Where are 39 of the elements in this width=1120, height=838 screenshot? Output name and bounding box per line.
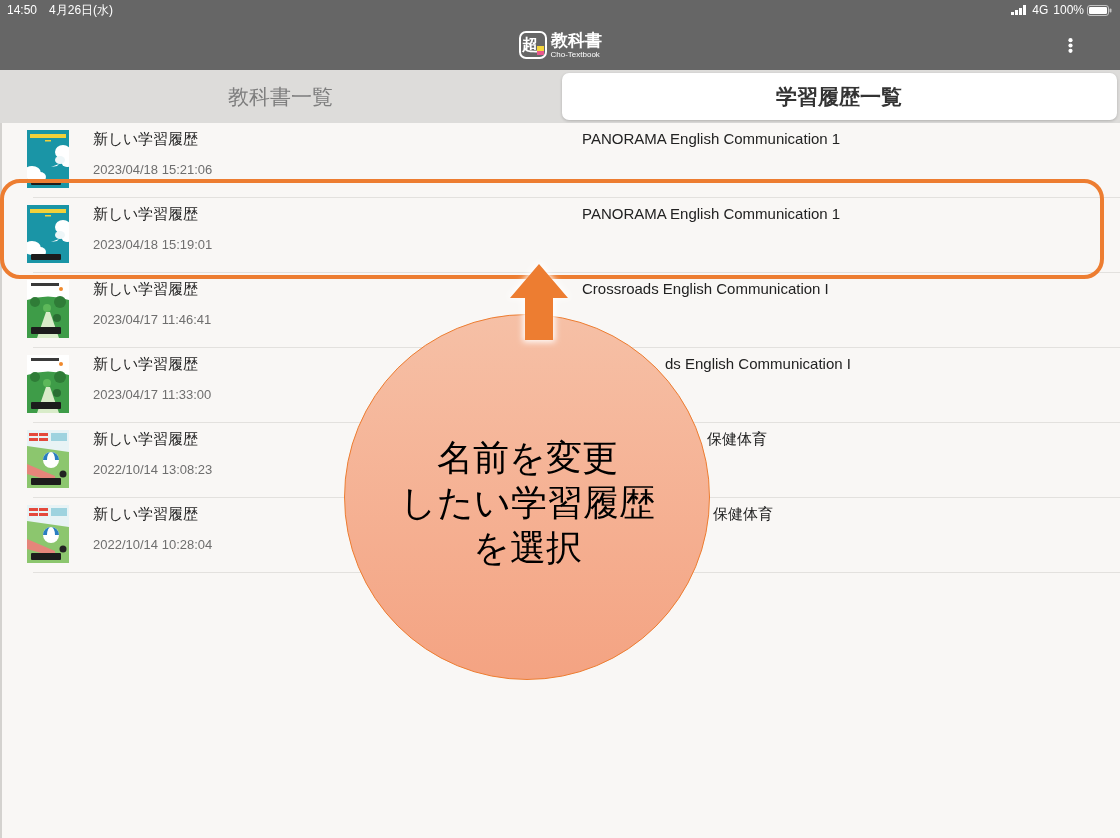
logo-subtitle: Cho-Textbook [550, 49, 600, 59]
history-title: 新しい学習履歴 [93, 505, 198, 523]
history-title: 新しい学習履歴 [93, 205, 198, 223]
history-date: 2023/04/17 11:46:41 [93, 312, 212, 328]
history-date: 2023/04/17 11:33:00 [93, 387, 212, 403]
book-title: Crossroads English Communication I [582, 280, 829, 298]
book-icon [536, 46, 544, 55]
book-cover-drawing [27, 205, 69, 263]
history-title: 新しい学習履歴 [93, 280, 198, 298]
callout-text: を選択 [472, 525, 582, 570]
history-date: 2023/04/18 15:19:01 [93, 237, 213, 253]
history-title: 新しい学習履歴 [93, 355, 198, 373]
logo-mark: 超 [521, 37, 538, 53]
book-cover-drawing [27, 505, 69, 563]
signal-icon [1011, 5, 1028, 15]
callout-text: 名前を変更 [436, 435, 618, 480]
book-cover-drawing [27, 280, 69, 338]
book-cover-drawing [27, 355, 69, 413]
history-date: 2022/10/14 13:08:23 [93, 462, 213, 478]
book-title: 保健体育 [707, 430, 767, 448]
history-date: 2022/10/14 10:28:04 [93, 537, 213, 553]
book-cover-drawing [27, 130, 69, 188]
callout-text: したい学習履歴 [399, 480, 655, 525]
logo-title: 教科書 [550, 31, 602, 50]
book-title: 保健体育 [713, 505, 773, 523]
book-title: PANORAMA English Communication 1 [582, 130, 841, 148]
book-title: ds English Communication I [665, 355, 851, 373]
status-date: 4月26日(水) [49, 3, 114, 17]
book-cover-drawing [27, 430, 69, 488]
network-label: 4G [1032, 3, 1049, 17]
more-icon[interactable] [1068, 38, 1073, 53]
history-date: 2023/04/18 15:21:06 [93, 162, 213, 178]
battery-icon [1087, 4, 1112, 16]
battery-percent: 100% [1053, 3, 1084, 17]
history-title: 新しい学習履歴 [93, 430, 198, 448]
tab[interactable]: 学習履歴一覧 [561, 73, 1117, 120]
history-title: 新しい学習履歴 [93, 130, 198, 148]
status-time: 14:50 [7, 3, 38, 17]
book-title: PANORAMA English Communication 1 [582, 205, 841, 223]
